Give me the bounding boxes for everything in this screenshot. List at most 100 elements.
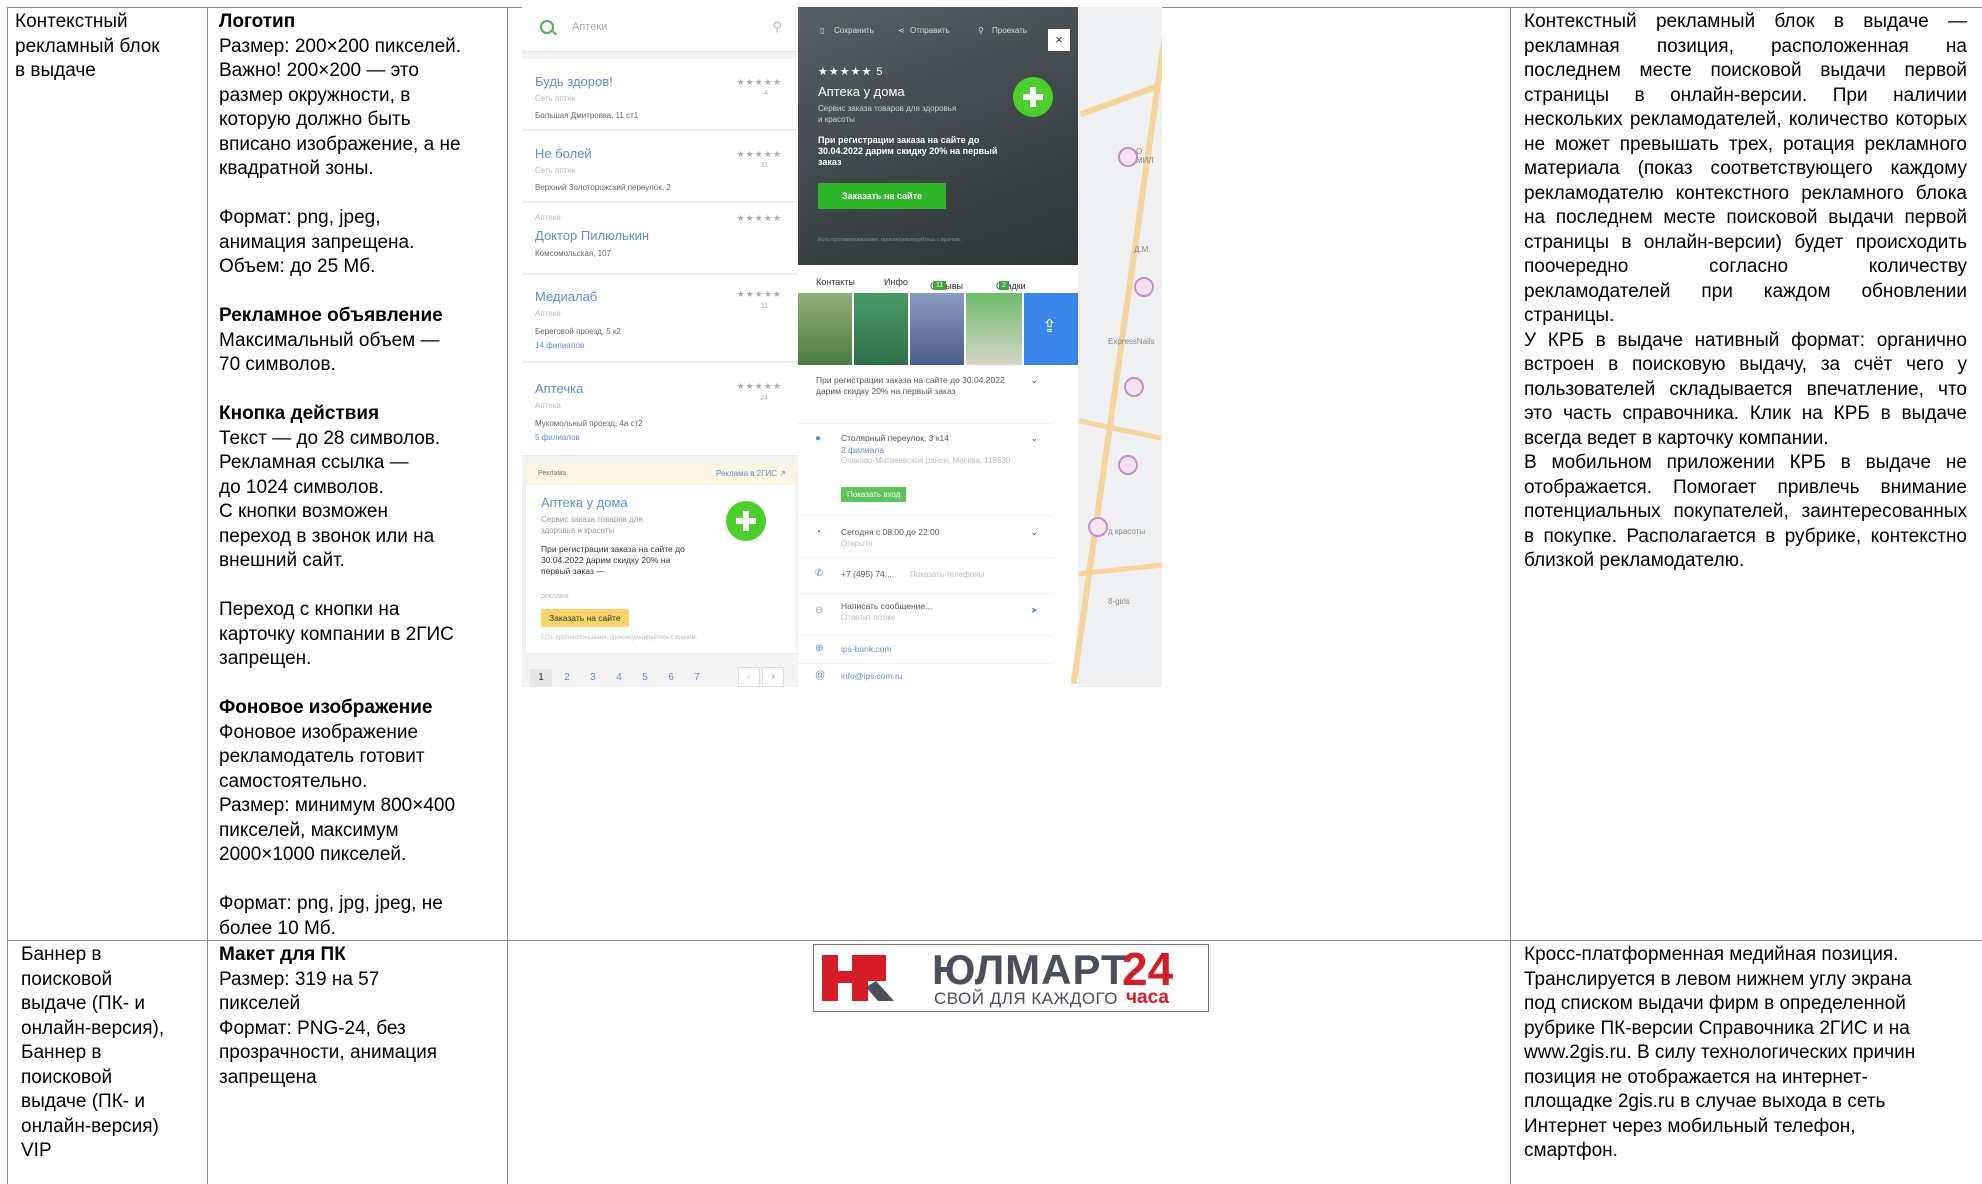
route-button[interactable]: Проехать xyxy=(992,26,1027,35)
firm-name[interactable]: Доктор Пилюлькин xyxy=(535,228,649,243)
ad-link[interactable]: Реклама в 2ГИС ↗ xyxy=(716,469,786,478)
page-link[interactable]: 5 xyxy=(634,669,656,687)
firm-category: Аптека xyxy=(535,401,561,410)
card-promo-text: При регистрации заказа на сайте до 30.04… xyxy=(818,135,998,167)
page-link[interactable]: 7 xyxy=(686,669,708,687)
banner-example: ЮЛМАРТ 24 СВОЙ ДЛЯ КАЖДОГО часа xyxy=(813,944,1209,1012)
photo-thumb[interactable] xyxy=(854,293,908,365)
prev-page-icon[interactable]: ‹ xyxy=(738,667,760,687)
page-link[interactable]: 2 xyxy=(556,669,578,687)
card-site-link[interactable]: ips-bank.com xyxy=(841,644,892,654)
spec-heading: Макет для ПК xyxy=(219,944,346,965)
row1-specs-cell: Логотип Размер: 200×200 пикселей. Важно!… xyxy=(219,10,504,941)
firm-branches[interactable]: 5 филиалов xyxy=(535,433,580,442)
tab-contacts[interactable]: Контакты xyxy=(816,277,855,287)
globe-icon: ⊕ xyxy=(815,643,824,654)
spec-line: прозрачности, анимация xyxy=(219,1042,438,1063)
spec-line: запрещена xyxy=(219,1066,317,1088)
map-poi-icon[interactable] xyxy=(1118,147,1138,167)
list-item[interactable]: Аптечка Аптека Мукомольный проезд, 4а ст… xyxy=(522,363,798,456)
message-input[interactable]: Написать сообщение... xyxy=(841,601,1031,612)
map-poi-icon[interactable] xyxy=(1088,517,1108,537)
banner-hours: часа xyxy=(1126,987,1169,1008)
map-poi-icon[interactable] xyxy=(1124,377,1144,397)
rating-stars: ★★★★★ xyxy=(736,213,782,223)
chevron-down-icon[interactable]: ⌄ xyxy=(1030,433,1038,444)
table-col-divider-2 xyxy=(507,7,508,1184)
list-item[interactable]: Будь здоров! Сеть аптек Большая Дмитровк… xyxy=(522,59,798,130)
message-row[interactable]: ⊖ Написать сообщение... Ответит позже ➤ xyxy=(798,593,1054,636)
tab-info[interactable]: Инфо xyxy=(884,277,908,287)
phone-row[interactable]: ✆ +7 (495) 74... Показать телефоны xyxy=(798,557,1054,594)
email-icon: @ xyxy=(815,670,826,681)
review-count: 11 xyxy=(760,303,768,310)
ad-order-button[interactable]: Заказать на сайте xyxy=(541,609,629,627)
page-link[interactable]: 3 xyxy=(582,669,604,687)
firm-name[interactable]: Не болей xyxy=(535,146,592,161)
ad-name[interactable]: Аптека у дома xyxy=(541,495,628,510)
address-row[interactable]: ● Столярный переулок, 3 к14 2 филиала Оч… xyxy=(798,423,1054,516)
save-button[interactable]: Сохранить xyxy=(834,26,874,35)
card-branches[interactable]: 2 филиала xyxy=(841,445,884,455)
discounts-badge: 2 xyxy=(999,281,1009,290)
context-ad-block[interactable]: Реклама Реклама в 2ГИС ↗ Аптека у дома С… xyxy=(525,462,797,654)
list-item[interactable]: Аптека Доктор Пилюлькин Комсомольская, 1… xyxy=(522,203,798,274)
chevron-down-icon[interactable]: ⌄ xyxy=(1030,375,1038,386)
spec-line: квадратной зоны. xyxy=(219,158,374,179)
show-phones-link[interactable]: Показать телефоны xyxy=(910,570,1030,580)
list-item[interactable]: Медиалаб Аптека Береговой проезд, 5 к2 1… xyxy=(522,275,798,362)
upload-photo-icon[interactable] xyxy=(1024,293,1078,365)
page-link[interactable]: 1 xyxy=(530,669,552,687)
site-row[interactable]: ⊕ ips-bank.com xyxy=(798,635,1054,664)
search-input[interactable]: Аптеки xyxy=(572,21,607,33)
card-order-button[interactable]: Заказать на сайте xyxy=(818,183,946,209)
pharmacy-logo-icon xyxy=(726,501,766,541)
table-col-divider-3 xyxy=(1510,7,1511,1184)
photo-thumb[interactable] xyxy=(798,293,852,365)
photo-thumb[interactable] xyxy=(966,293,1022,365)
spec-ad-text: Рекламное объявление Максимальный объем … xyxy=(219,304,504,378)
firm-branches[interactable]: 14 филиалов xyxy=(535,341,584,350)
spec-line: С кнопки возможен xyxy=(219,501,388,522)
card-promo-row[interactable]: При регистрации заказа на сайте до 30.04… xyxy=(798,365,1054,424)
firm-name[interactable]: Медиалаб xyxy=(535,289,597,304)
map-area[interactable]: О МИЛ ExpressNails д красоты 8-girls Д.М… xyxy=(1070,7,1162,687)
send-button[interactable]: Отправить xyxy=(910,26,950,35)
share-icon[interactable]: ⋖ xyxy=(898,26,905,35)
card-email-link[interactable]: info@ips.com.ru xyxy=(841,671,903,681)
page-link[interactable]: 6 xyxy=(660,669,682,687)
map-poi-icon[interactable] xyxy=(1118,455,1138,475)
spec-background-format: Формат: png, jpg, jpeg, не более 10 Мб. xyxy=(219,892,504,941)
spec-line: размер окружности, в xyxy=(219,84,411,106)
show-entrance-button[interactable]: Показать вход xyxy=(841,487,907,502)
list-item[interactable]: Не болей Сеть аптек Верхний Золоторожски… xyxy=(522,131,798,202)
page-link[interactable]: 4 xyxy=(608,669,630,687)
send-icon[interactable]: ➤ xyxy=(1030,605,1038,616)
description-paragraph: Контекстный рекламный блок в выдаче — ре… xyxy=(1524,11,1967,326)
close-button[interactable]: × xyxy=(1048,29,1070,51)
hours-row[interactable]: ◔ Сегодня с 08:00 до 22:00 Открыто ⌄ xyxy=(798,515,1054,558)
card-hero: ▯ Сохранить ⋖ Отправить ⚲ Проехать × ★★★… xyxy=(798,7,1078,265)
photo-thumb[interactable] xyxy=(910,293,964,365)
next-page-icon[interactable]: › xyxy=(762,667,784,687)
spec-line: рекламодатель готовит xyxy=(219,746,425,767)
firm-category: Сеть аптек xyxy=(535,94,576,103)
photo-strip[interactable] xyxy=(798,293,1078,365)
map-poi-icon[interactable] xyxy=(1134,277,1154,297)
route-icon[interactable]: ⚲ xyxy=(978,26,984,35)
review-count: 4 xyxy=(764,90,768,97)
firm-name[interactable]: Аптечка xyxy=(535,381,583,396)
reviews-badge: 11 xyxy=(933,281,947,290)
map-label: Д.М. xyxy=(1134,245,1151,254)
email-row[interactable]: @ info@ips.com.ru xyxy=(798,663,1054,687)
spec-line: Объем: до 25 Мб. xyxy=(219,256,376,277)
firm-address: Верхний Золоторожский переулок, 2 xyxy=(535,183,671,192)
spec-line: пикселей, максимум xyxy=(219,819,399,841)
card-address: Столярный переулок, 3 к14 xyxy=(841,433,949,443)
save-icon[interactable]: ▯ xyxy=(820,26,824,35)
route-icon[interactable]: ⚲ xyxy=(772,19,782,35)
search-bar[interactable]: Аптеки ⚲ xyxy=(522,7,798,52)
firm-name[interactable]: Будь здоров! xyxy=(535,74,613,89)
chevron-down-icon[interactable]: ⌄ xyxy=(1030,527,1038,538)
banner-number: 24 xyxy=(1122,943,1174,995)
